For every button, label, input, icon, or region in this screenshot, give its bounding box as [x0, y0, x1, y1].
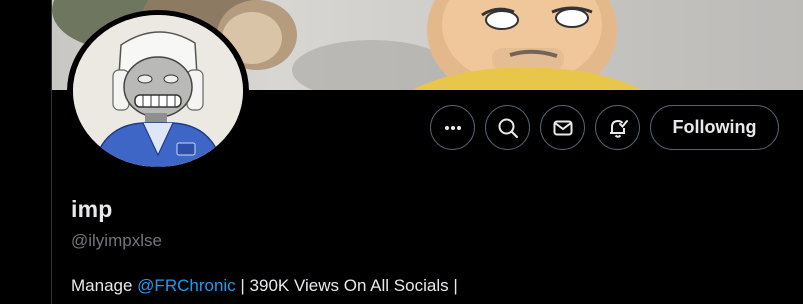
left-rail	[0, 0, 52, 304]
more-button[interactable]	[430, 105, 475, 150]
user-handle: @ilyimpxlse	[71, 231, 162, 250]
more-horizontal-icon	[443, 118, 463, 138]
avatar[interactable]	[73, 15, 243, 167]
following-button[interactable]: Following	[650, 105, 779, 150]
following-button-label: Following	[672, 117, 757, 137]
display-name: imp	[71, 196, 113, 222]
profile-page: Following imp @ilyimpxlse Manage @FRChro…	[0, 0, 803, 304]
search-button[interactable]	[485, 105, 530, 150]
bell-check-icon	[607, 117, 629, 139]
search-icon	[497, 117, 519, 139]
bio-text-suffix: | 390K Views On All Socials |	[235, 276, 458, 295]
profile-bio: Manage @FRChronic | 390K Views On All So…	[71, 276, 458, 296]
bio-mention-link[interactable]: @FRChronic	[137, 276, 236, 295]
notify-button[interactable]	[595, 105, 640, 150]
envelope-icon	[552, 117, 574, 139]
avatar-image	[73, 15, 243, 167]
bio-text-prefix: Manage	[71, 276, 138, 295]
message-button[interactable]	[540, 105, 585, 150]
